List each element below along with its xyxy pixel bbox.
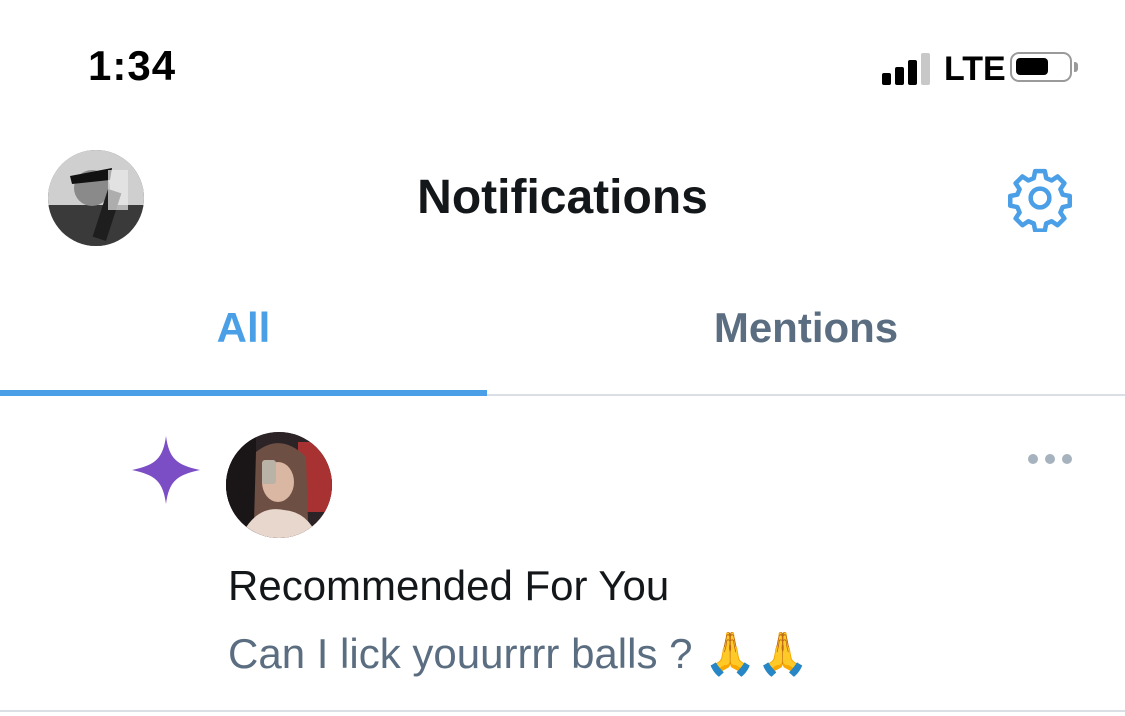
page-title: Notifications bbox=[417, 171, 708, 224]
notification-item[interactable]: Recommended For You Can I lick youurrrr … bbox=[0, 396, 1125, 712]
top-bar: Notifications bbox=[0, 130, 1125, 270]
network-type: LTE bbox=[944, 50, 1006, 88]
gear-icon[interactable] bbox=[1006, 164, 1074, 233]
tab-mentions[interactable]: Mentions bbox=[487, 304, 1125, 352]
tab-all[interactable]: All bbox=[0, 304, 487, 352]
more-icon[interactable] bbox=[1026, 446, 1074, 470]
battery-icon bbox=[1010, 52, 1078, 82]
status-bar: 1:34 LTE bbox=[0, 0, 1125, 120]
status-time: 1:34 bbox=[88, 42, 177, 89]
notification-heading: Recommended For You bbox=[228, 562, 670, 609]
recommended-user-avatar[interactable] bbox=[226, 432, 332, 538]
notification-tabs: All Mentions bbox=[0, 270, 1125, 396]
notification-text: Can I lick youurrrr balls ? 🙏🙏 bbox=[228, 630, 809, 677]
sparkle-icon bbox=[128, 432, 204, 508]
signal-strength-icon bbox=[882, 53, 934, 85]
